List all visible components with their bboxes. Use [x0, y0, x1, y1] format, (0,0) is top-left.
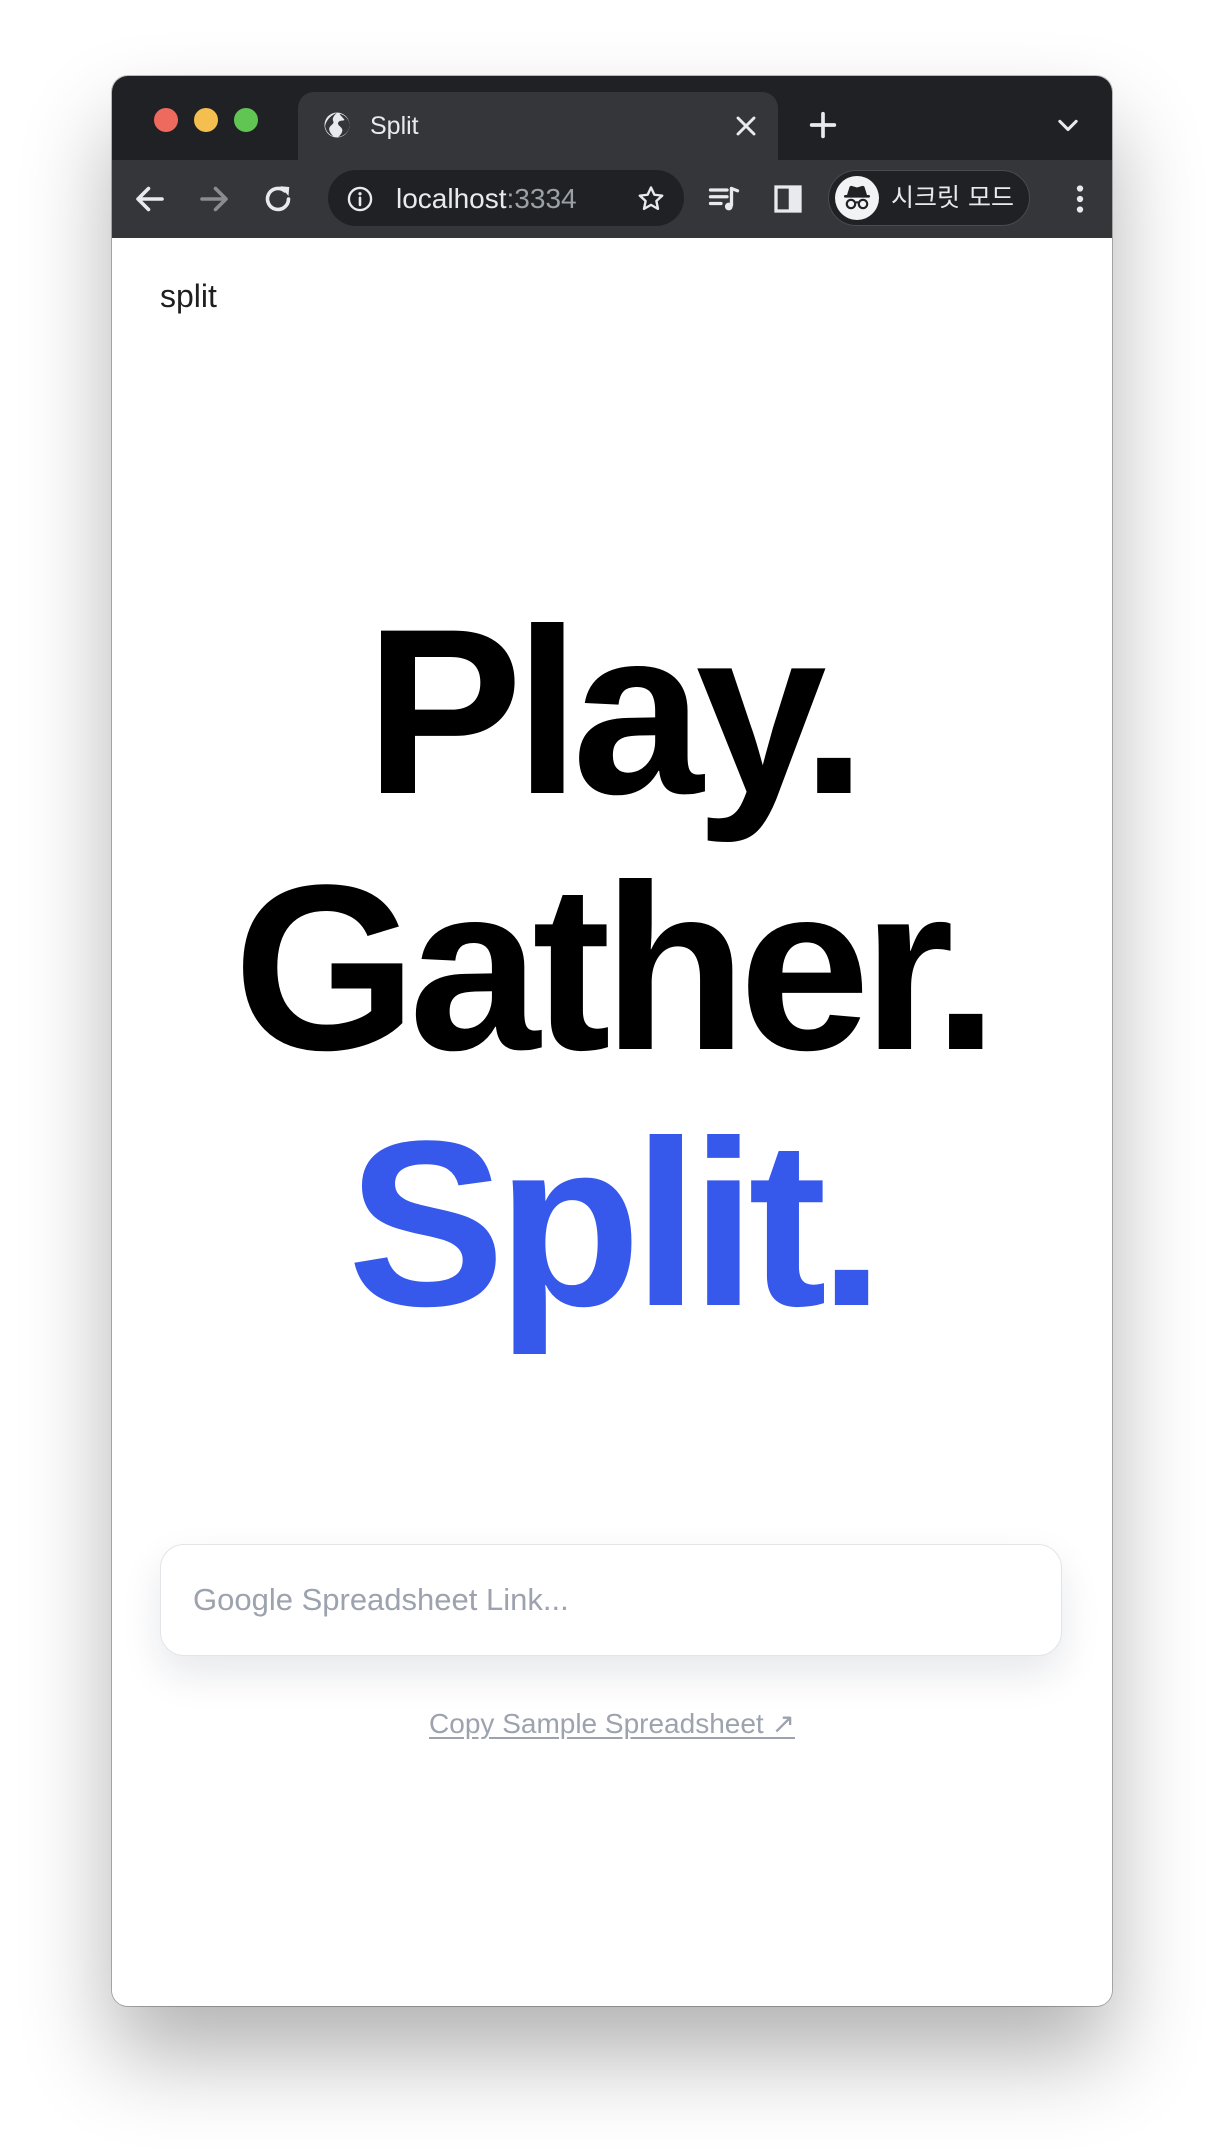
tab-split[interactable]: Split — [298, 92, 778, 160]
address-bar[interactable]: localhost:3334 — [328, 170, 684, 226]
tab-title: Split — [370, 112, 419, 140]
hero-line-split: Split. — [347, 1092, 885, 1356]
url-text: localhost:3334 — [396, 182, 577, 216]
reload-icon[interactable] — [260, 181, 296, 217]
screen: Split localhost:3334 시크릿 모드 split Play. … — [0, 0, 1224, 2154]
globe-icon — [324, 112, 350, 138]
page-content: split Play. Gather. Split. Copy Sample S… — [112, 238, 1112, 2006]
forward-arrow-icon[interactable] — [196, 181, 232, 217]
side-panel-icon[interactable] — [770, 181, 806, 217]
close-window-button[interactable] — [154, 108, 178, 132]
incognito-label: 시크릿 모드 — [891, 183, 1014, 212]
tab-strip: Split — [112, 76, 1112, 160]
maximize-window-button[interactable] — [234, 108, 258, 132]
plus-icon[interactable] — [806, 108, 840, 142]
browser-toolbar: localhost:3334 시크릿 모드 — [112, 160, 1112, 238]
info-icon[interactable] — [346, 185, 374, 213]
url-host: localhost — [396, 183, 507, 214]
minimize-window-button[interactable] — [194, 108, 218, 132]
close-icon[interactable] — [730, 110, 762, 142]
incognito-profile-button[interactable]: 시크릿 모드 — [828, 170, 1030, 226]
sample-link-container: Copy Sample Spreadsheet ↗ — [112, 1706, 1112, 1742]
hero-line-gather: Gather. — [233, 836, 998, 1100]
browser-window: Split localhost:3334 시크릿 모드 split Play. … — [112, 76, 1112, 2006]
incognito-icon — [835, 176, 879, 220]
url-port: :3334 — [506, 183, 577, 214]
hero-heading: Play. Gather. Split. — [112, 584, 1112, 1352]
media-queue-icon[interactable] — [706, 181, 742, 217]
copy-sample-spreadsheet-link[interactable]: Copy Sample Spreadsheet ↗ — [429, 1708, 795, 1739]
star-icon[interactable] — [636, 184, 666, 214]
hero-line-play: Play. — [365, 580, 867, 844]
back-arrow-icon[interactable] — [132, 181, 168, 217]
spreadsheet-link-field — [160, 1544, 1062, 1656]
brand-logo[interactable]: split — [160, 276, 217, 316]
spreadsheet-link-input[interactable] — [193, 1545, 1033, 1655]
more-menu-icon[interactable] — [1062, 181, 1098, 217]
chevron-down-icon[interactable] — [1054, 112, 1082, 140]
